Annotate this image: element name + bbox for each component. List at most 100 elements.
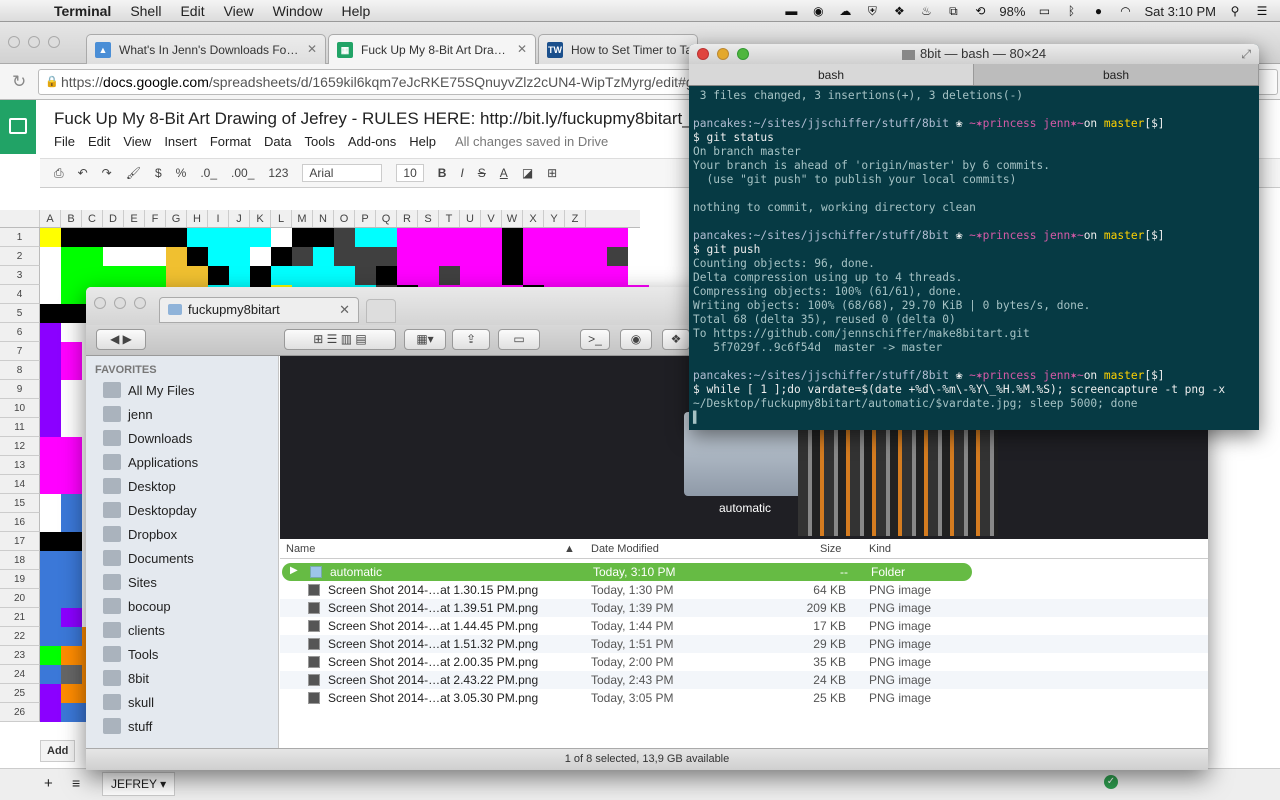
- tags-icon[interactable]: ▭: [498, 329, 540, 350]
- add-sheet-icon[interactable]: +: [44, 775, 53, 792]
- grid-cell[interactable]: [334, 266, 355, 285]
- row-header[interactable]: 5: [0, 304, 40, 323]
- zoom-window-button[interactable]: [48, 36, 60, 48]
- battery-percent[interactable]: 98%: [999, 4, 1025, 19]
- sidebar-item-downloads[interactable]: Downloads: [86, 426, 278, 450]
- grid-cell[interactable]: [40, 380, 61, 399]
- grid-cell[interactable]: [397, 247, 418, 266]
- grid-cell[interactable]: [313, 266, 334, 285]
- screenshot-thumbnail[interactable]: [798, 416, 998, 536]
- row-header[interactable]: 10: [0, 399, 40, 418]
- grid-cell[interactable]: [40, 323, 61, 342]
- print-icon[interactable]: ⎙: [54, 166, 64, 181]
- column-name[interactable]: Name: [286, 543, 315, 555]
- grid-cell[interactable]: [187, 228, 208, 247]
- grid-cell[interactable]: [355, 266, 376, 285]
- sidebar-item-all-my-files[interactable]: All My Files: [86, 378, 278, 402]
- file-row[interactable]: Screen Shot 2014-…at 1.30.15 PM.png Today…: [280, 581, 1208, 599]
- grid-cell[interactable]: [544, 266, 565, 285]
- grid-cell[interactable]: [40, 475, 61, 494]
- grid-cell[interactable]: [271, 266, 292, 285]
- file-row[interactable]: Screen Shot 2014-…at 2.00.35 PM.png Today…: [280, 653, 1208, 671]
- column-header[interactable]: S: [418, 210, 439, 227]
- time-machine-icon[interactable]: ⟲: [972, 4, 988, 18]
- wifi-icon[interactable]: ◠: [1117, 4, 1133, 18]
- row-header[interactable]: 25: [0, 684, 40, 703]
- grid-cell[interactable]: [565, 247, 586, 266]
- column-header[interactable]: W: [502, 210, 523, 227]
- grid-cell[interactable]: [460, 247, 481, 266]
- grid-cell[interactable]: [61, 247, 82, 266]
- row-header[interactable]: 2: [0, 247, 40, 266]
- fill-color-icon[interactable]: ◪: [522, 166, 533, 180]
- column-header[interactable]: Y: [544, 210, 565, 227]
- grid-cell[interactable]: [271, 228, 292, 247]
- grid-cell[interactable]: [61, 475, 82, 494]
- row-header[interactable]: 24: [0, 665, 40, 684]
- undo-icon[interactable]: ↶: [78, 166, 88, 180]
- grid-cell[interactable]: [208, 247, 229, 266]
- menu-help[interactable]: Help: [409, 134, 436, 149]
- grid-cell[interactable]: [103, 247, 124, 266]
- column-header[interactable]: L: [271, 210, 292, 227]
- menu-app-terminal[interactable]: Terminal: [54, 3, 111, 19]
- grid-cell[interactable]: [40, 589, 61, 608]
- column-kind[interactable]: Kind: [869, 543, 891, 555]
- sheet-list-icon[interactable]: ≡: [72, 775, 80, 791]
- grid-cell[interactable]: [250, 266, 271, 285]
- grid-cell[interactable]: [61, 627, 82, 646]
- sidebar-item-tools[interactable]: Tools: [86, 642, 278, 666]
- menu-insert[interactable]: Insert: [164, 134, 197, 149]
- column-header[interactable]: O: [334, 210, 355, 227]
- column-header[interactable]: I: [208, 210, 229, 227]
- menu-view[interactable]: View: [224, 3, 254, 19]
- grid-cell[interactable]: [502, 247, 523, 266]
- grid-cell[interactable]: [61, 570, 82, 589]
- grid-cell[interactable]: [61, 361, 82, 380]
- grid-cell[interactable]: [40, 646, 61, 665]
- grid-cell[interactable]: [61, 513, 82, 532]
- file-row[interactable]: Screen Shot 2014-…at 1.51.32 PM.png Today…: [280, 635, 1208, 653]
- grid-cell[interactable]: [61, 304, 82, 323]
- percent-button[interactable]: %: [176, 166, 187, 180]
- column-header[interactable]: E: [124, 210, 145, 227]
- fullscreen-icon[interactable]: ⤢: [1241, 44, 1251, 64]
- row-header[interactable]: 1: [0, 228, 40, 247]
- browser-tab-timer[interactable]: TW How to Set Timer to Ta: [538, 34, 698, 64]
- grid-cell[interactable]: [250, 247, 271, 266]
- grid-cell[interactable]: [103, 266, 124, 285]
- grid-cell[interactable]: [544, 228, 565, 247]
- grid-cell[interactable]: [40, 608, 61, 627]
- grid-cell[interactable]: [166, 228, 187, 247]
- grid-cell[interactable]: [61, 380, 82, 399]
- row-header[interactable]: 7: [0, 342, 40, 361]
- grid-cell[interactable]: [334, 228, 355, 247]
- grid-cell[interactable]: [40, 418, 61, 437]
- zoom-window-button[interactable]: [737, 48, 749, 60]
- row-header[interactable]: 8: [0, 361, 40, 380]
- column-header[interactable]: R: [397, 210, 418, 227]
- reload-icon[interactable]: ↻: [12, 72, 26, 92]
- terminal-tab-1[interactable]: bash: [689, 64, 974, 85]
- grid-cell[interactable]: [124, 247, 145, 266]
- grid-cell[interactable]: [271, 247, 292, 266]
- menu-format[interactable]: Format: [210, 134, 251, 149]
- row-header[interactable]: 6: [0, 323, 40, 342]
- grid-cell[interactable]: [40, 684, 61, 703]
- grid-cell[interactable]: [292, 228, 313, 247]
- grid-cell[interactable]: [40, 494, 61, 513]
- bluetooth-icon[interactable]: ᛒ: [1063, 4, 1079, 18]
- number-format-button[interactable]: 123: [268, 166, 288, 180]
- menu-addons[interactable]: Add-ons: [348, 134, 396, 149]
- column-header[interactable]: N: [313, 210, 334, 227]
- grid-cell[interactable]: [439, 266, 460, 285]
- column-header[interactable]: V: [481, 210, 502, 227]
- sidebar-item-dropbox[interactable]: Dropbox: [86, 522, 278, 546]
- terminal-output[interactable]: 3 files changed, 3 insertions(+), 3 dele…: [689, 86, 1259, 428]
- grid-cell[interactable]: [607, 266, 628, 285]
- column-header[interactable]: T: [439, 210, 460, 227]
- battery-icon[interactable]: ▭: [1036, 4, 1052, 18]
- grid-cell[interactable]: [40, 456, 61, 475]
- column-header[interactable]: U: [460, 210, 481, 227]
- grid-cell[interactable]: [334, 247, 355, 266]
